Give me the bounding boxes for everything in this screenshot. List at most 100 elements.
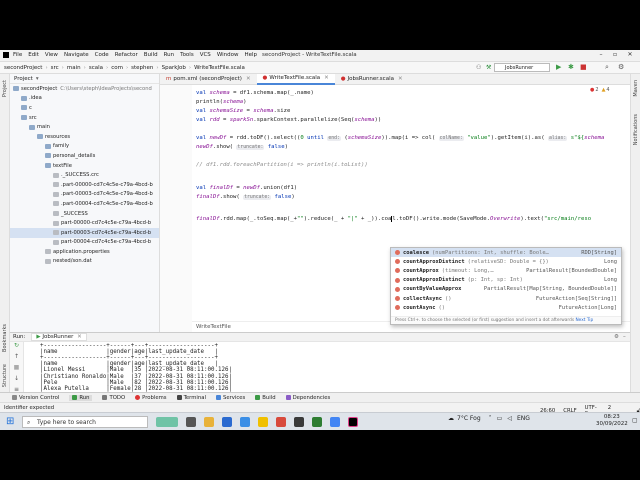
- settings-gear-icon[interactable]: ⚙: [614, 334, 619, 340]
- menu-help[interactable]: Help: [245, 52, 258, 58]
- close-tab-icon[interactable]: ✕: [77, 334, 82, 340]
- close-tab-icon[interactable]: ✕: [246, 76, 251, 82]
- breadcrumb-src[interactable]: src: [51, 65, 59, 71]
- breadcrumb-scala[interactable]: scala: [89, 65, 103, 71]
- build-hammer-icon[interactable]: ⚒: [486, 64, 491, 71]
- hide-panel-icon[interactable]: –: [623, 334, 626, 340]
- breadcrumb-project[interactable]: secondProject: [4, 65, 42, 71]
- code-completion-popup[interactable]: coalesce (numPartitions: Int, shuffle: Bo…: [390, 247, 622, 325]
- taskbar-clock[interactable]: 08:23 30/09/2022: [596, 414, 628, 428]
- completion-item[interactable]: countApprox (timeout: Long,… PartialResult…: [391, 266, 621, 275]
- debug-icon[interactable]: ✱: [568, 63, 574, 71]
- next-tip-link[interactable]: Next Tip: [575, 318, 593, 323]
- breadcrumb-stephen[interactable]: stephen: [131, 65, 153, 71]
- windows-start-icon[interactable]: ⊞: [6, 416, 14, 427]
- tree-item[interactable]: .idea: [10, 94, 159, 104]
- tree-item[interactable]: application.properties: [10, 247, 159, 257]
- tree-item[interactable]: main: [10, 122, 159, 132]
- breadcrumb-com[interactable]: com: [111, 65, 123, 71]
- notifications-tool-tab[interactable]: Notifications: [633, 114, 639, 145]
- language-indicator[interactable]: ENG: [517, 415, 530, 422]
- tree-item[interactable]: part-00003-cd7c4c5e-c79a-4bcd-b: [10, 227, 159, 238]
- tree-item[interactable]: src: [10, 113, 159, 123]
- tree-item[interactable]: .part-00000-cd7c4c5e-c79a-4bcd-b: [10, 180, 159, 190]
- menu-run[interactable]: Run: [164, 52, 175, 58]
- tree-item[interactable]: personal_details: [10, 151, 159, 161]
- completion-item[interactable]: coalesce (numPartitions: Int, shuffle: Bo…: [391, 248, 621, 258]
- settings-gear-icon[interactable]: ⚙: [618, 63, 624, 71]
- project-tool-tab[interactable]: Project: [2, 80, 8, 97]
- maven-tool-tab[interactable]: Maven: [633, 80, 639, 97]
- weather-widget[interactable]: 7°C Fog: [457, 415, 481, 422]
- run-tab[interactable]: ▶ JobsRunner ✕: [31, 333, 87, 341]
- scroll-up-icon[interactable]: ↑: [10, 353, 23, 364]
- run-config-select[interactable]: JobsRunner: [494, 63, 550, 72]
- chevron-down-icon[interactable]: ▾: [36, 76, 39, 82]
- menu-window[interactable]: Window: [217, 52, 239, 58]
- terminal-app-icon[interactable]: [294, 417, 304, 427]
- tree-item[interactable]: c: [10, 103, 159, 113]
- menu-code[interactable]: Code: [95, 52, 109, 58]
- menu-edit[interactable]: Edit: [28, 52, 39, 58]
- close-tab-icon[interactable]: ✕: [324, 75, 329, 81]
- tray-chevron-icon[interactable]: ˄: [489, 415, 492, 422]
- project-view-select[interactable]: Project: [14, 76, 33, 82]
- close-tab-icon[interactable]: ✕: [398, 76, 403, 82]
- tab-pom[interactable]: m pom.xml (secondProject) ✕: [160, 74, 257, 85]
- line-gutter[interactable]: [160, 85, 192, 332]
- bookmarks-tool-tab[interactable]: Bookmarks: [2, 324, 8, 352]
- taskbar-search[interactable]: ⌕ Type here to search: [22, 416, 148, 428]
- edge-browser-icon[interactable]: [222, 417, 232, 427]
- breadcrumb-main[interactable]: main: [67, 65, 81, 71]
- tab-jobsrunner[interactable]: ● JobsRunner.scala ✕: [335, 74, 409, 85]
- tree-item[interactable]: _SUCCESS: [10, 209, 159, 219]
- menu-tools[interactable]: Tools: [180, 52, 194, 58]
- tool-services[interactable]: Services: [215, 395, 245, 401]
- run-console[interactable]: +------------------+------+---+---------…: [24, 342, 630, 392]
- network-icon[interactable]: ▭: [497, 415, 503, 422]
- app-icon[interactable]: [330, 417, 340, 427]
- tree-item[interactable]: family: [10, 142, 159, 152]
- tool-problems[interactable]: Problems: [135, 395, 167, 401]
- menu-navigate[interactable]: Navigate: [64, 52, 89, 58]
- menu-view[interactable]: View: [45, 52, 58, 58]
- user-icon[interactable]: ⚇: [476, 64, 481, 71]
- weather-icon[interactable]: ☁: [448, 415, 454, 422]
- task-view-icon[interactable]: [186, 417, 196, 427]
- breadcrumb-file[interactable]: WriteTextFile.scala: [194, 65, 245, 71]
- chrome-icon[interactable]: [276, 417, 286, 427]
- tree-item[interactable]: ._SUCCESS.crc: [10, 170, 159, 180]
- tree-item[interactable]: part-00000-cd7c4c5e-c79a-4bcd-b: [10, 218, 159, 228]
- volume-icon[interactable]: ◁: [507, 415, 512, 422]
- file-explorer-icon[interactable]: [204, 417, 214, 427]
- run-icon[interactable]: ▶: [556, 63, 561, 71]
- tree-item[interactable]: .part-00004-cd7c4c5e-c79a-4bcd-b: [10, 199, 159, 209]
- search-everywhere-icon[interactable]: ⌕: [605, 63, 609, 72]
- mail-icon[interactable]: [240, 417, 250, 427]
- menu-vcs[interactable]: VCS: [200, 52, 211, 58]
- tool-run[interactable]: Run: [69, 394, 93, 401]
- scroll-down-icon[interactable]: ↓: [10, 375, 23, 386]
- tree-item[interactable]: textFile: [10, 161, 159, 171]
- app-icon[interactable]: [258, 417, 268, 427]
- stop-icon[interactable]: ■: [580, 63, 587, 71]
- structure-tool-tab[interactable]: Structure: [2, 364, 8, 387]
- tool-version-control[interactable]: Version Control: [12, 395, 59, 401]
- menu-build[interactable]: Build: [144, 52, 158, 58]
- breadcrumb-sparkjob[interactable]: SparkJob: [162, 65, 186, 71]
- notification-icon[interactable]: ▢: [632, 417, 638, 424]
- tab-writetextfile[interactable]: ● WriteTextFile.scala ✕: [256, 73, 335, 85]
- completion-item[interactable]: countAsync() FutureAction[Long]: [391, 303, 621, 312]
- rerun-icon[interactable]: ↻: [10, 342, 23, 353]
- widgets-icon[interactable]: [156, 417, 178, 427]
- maximize-button[interactable]: ▫: [610, 51, 620, 60]
- minimize-button[interactable]: –: [596, 51, 606, 60]
- intellij-icon[interactable]: [348, 417, 358, 427]
- completion-item[interactable]: countByValueApprox PartialResult[Map[Stri…: [391, 285, 621, 294]
- tree-item[interactable]: part-00004-cd7c4c5e-c79a-4bcd-b: [10, 238, 159, 248]
- completion-item[interactable]: collectAsync() FutureAction[Seq[String]]: [391, 294, 621, 303]
- tool-dependencies[interactable]: Dependencies: [285, 395, 330, 401]
- menu-file[interactable]: File: [13, 52, 22, 58]
- stop-run-icon[interactable]: ■: [10, 364, 23, 375]
- tree-item[interactable]: resources: [10, 132, 159, 142]
